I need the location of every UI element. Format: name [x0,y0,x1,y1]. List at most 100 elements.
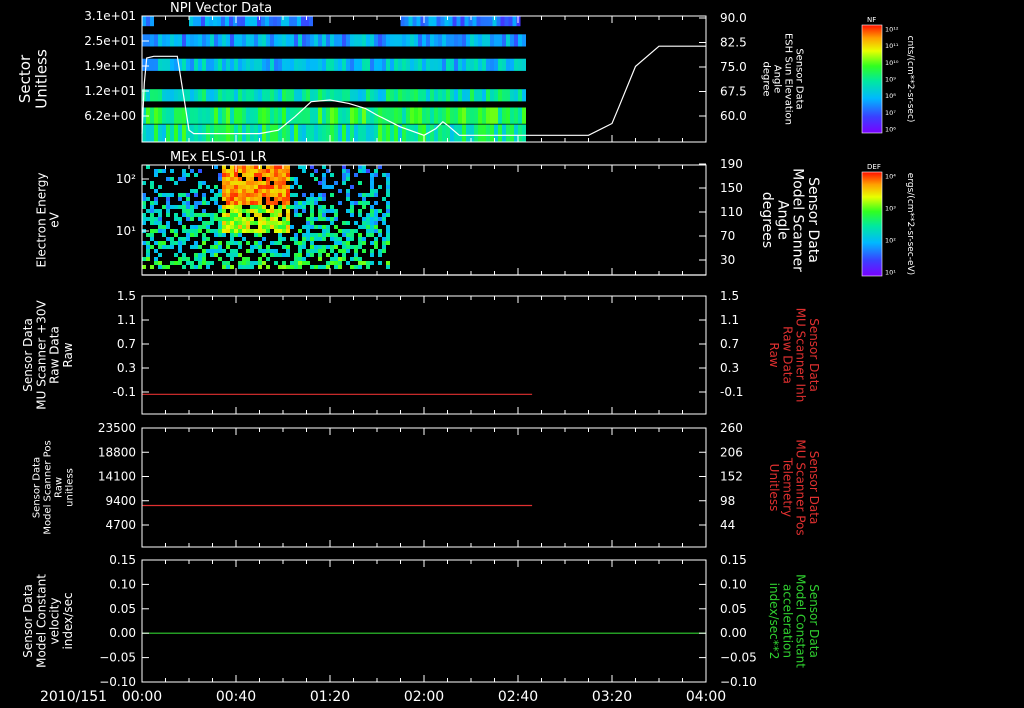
heatmap-cell [454,89,458,102]
y2-axis-label-line: ESH Sun Elevation [783,33,794,125]
heatmap-cell [286,185,290,189]
heatmap-cell [478,107,482,124]
heatmap-cell [394,34,398,47]
heatmap-cell [190,58,194,71]
heatmap-cell [270,209,274,213]
heatmap-cell [266,107,270,124]
heatmap-cell [282,237,286,241]
heatmap-cell [330,205,334,209]
heatmap-cell [202,233,206,237]
heatmap-cell [462,107,466,124]
heatmap-cell [158,217,162,221]
heatmap-cell [330,185,334,189]
heatmap-cell [286,197,290,201]
heatmap-cell [294,201,298,205]
heatmap-cell [274,34,278,47]
heatmap-cell [506,89,510,102]
heatmap-cell [318,225,322,229]
heatmap-cell [178,89,182,102]
y-tick-label: 1.2e+01 [84,84,136,98]
heatmap-cell [234,185,238,189]
heatmap-cell [249,16,253,27]
heatmap-cell [194,229,198,233]
heatmap-cell [230,241,234,245]
y2-tick-label: 44 [720,518,735,532]
y-tick-label: 0.10 [109,577,136,591]
heatmap-cell [426,34,430,47]
heatmap-cell [334,245,338,249]
heatmap-cell [182,253,186,257]
heatmap-cell [246,257,250,261]
heatmap-cell [166,245,170,249]
heatmap-cell [182,169,186,173]
heatmap-cell [382,213,386,217]
heatmap-cell [266,197,270,201]
heatmap-cell [322,173,326,177]
heatmap-cell [382,217,386,221]
heatmap-cell [258,265,262,269]
heatmap-cell [142,241,146,245]
heatmap-cell [290,265,294,269]
heatmap-cell [330,261,334,265]
heatmap-cell [294,209,298,213]
heatmap-cell [322,34,326,47]
heatmap-cell [166,193,170,197]
heatmap-cell [258,197,262,201]
heatmap-cell [518,107,522,124]
heatmap-cell [294,205,298,209]
heatmap-cell [378,165,382,169]
heatmap-cell [202,213,206,217]
heatmap-cell [221,16,225,27]
time-tick-label: 02:40 [498,689,538,705]
heatmap-cell [426,58,430,71]
heatmap-cell [270,177,274,181]
heatmap-cell [142,265,146,269]
heatmap-cell [238,217,242,221]
heatmap-cell [174,261,178,265]
heatmap-cell [290,34,294,47]
heatmap-cell [214,229,218,233]
heatmap-cell [462,89,466,102]
y-axis-label-line: MU Scanner +30V [34,300,48,410]
heatmap-cell [318,257,322,261]
heatmap-cell [162,233,166,237]
heatmap-cell [378,209,382,213]
heatmap-cell [318,265,322,269]
heatmap-cell [294,89,298,102]
heatmap-cell [410,34,414,47]
panel-1: 3.1e+012.5e+011.9e+011.2e+016.2e+0090.08… [16,1,805,143]
heatmap-cell [266,173,270,177]
heatmap-cell [286,177,290,181]
heatmap-cell [270,221,274,225]
heatmap-cell [370,209,374,213]
heatmap-cell [230,177,234,181]
y2-tick-label: 30 [720,253,735,267]
heatmap-cell [266,165,270,169]
heatmap-cell [278,177,282,181]
heatmap-cell [358,265,362,269]
heatmap-cell [142,205,146,209]
heatmap-cell [338,34,342,47]
colorbar-tick-label: 10¹⁰ [885,59,899,67]
y2-axis-label-line: Sensor Data [807,584,821,658]
heatmap-cell [170,261,174,265]
heatmap-cell [250,221,254,225]
heatmap-cell [386,233,390,237]
y2-tick-label: 82.5 [720,36,747,50]
heatmap-cell [222,205,226,209]
heatmap-cell [346,261,350,265]
heatmap-cell [186,233,190,237]
heatmap-cell [286,221,290,225]
heatmap-cell [370,249,374,253]
heatmap-cell [418,107,422,124]
heatmap-cell [286,253,290,257]
heatmap-cell [170,89,174,102]
heatmap-cell [186,34,190,47]
heatmap-cell [222,197,226,201]
heatmap-cell [518,58,522,71]
heatmap-cell [314,233,318,237]
heatmap-cell [146,124,150,142]
heatmap-cell [262,189,266,193]
heatmap-cell [346,169,350,173]
heatmap-cell [166,89,170,102]
